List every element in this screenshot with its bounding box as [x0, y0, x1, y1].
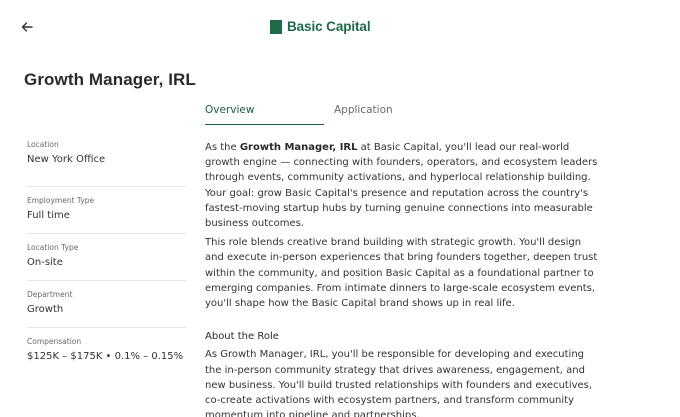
detail-location-type: Location Type On-site [27, 234, 186, 281]
detail-value: Growth [27, 304, 64, 315]
detail-label: Location [27, 140, 59, 149]
about-role-paragraph: As Growth Manager, IRL, you'll be respon… [205, 349, 593, 417]
detail-label: Compensation [27, 337, 82, 346]
tab-overview[interactable]: Overview [205, 104, 324, 125]
detail-value: On-site [27, 257, 63, 268]
top-bar: Basic Capital [0, 0, 680, 56]
tab-application[interactable]: Application [334, 104, 393, 124]
detail-department: Department Growth [27, 281, 186, 328]
detail-label: Location Type [27, 243, 79, 252]
overview-paragraph-1: As the Growth Manager, IRL at Basic Capi… [205, 140, 601, 231]
brand-name: Basic Capital [287, 19, 371, 34]
back-arrow-icon[interactable] [20, 20, 38, 38]
text-span: As the [205, 142, 240, 153]
page-title: Growth Manager, IRL [24, 70, 196, 89]
detail-value: $125K – $175K • 0.1% – 0.15% [27, 351, 184, 362]
detail-value: New York Office [27, 154, 106, 165]
overview-paragraph-2: This role blends creative brand building… [205, 237, 598, 310]
role-name-bold: Growth Manager, IRL [239, 142, 358, 153]
about-role-heading: About the Role [205, 331, 279, 343]
detail-label: Department [27, 290, 73, 299]
brand-logo[interactable]: Basic Capital [270, 19, 371, 34]
detail-label: Employment Type [27, 196, 95, 205]
detail-value: Full time [27, 210, 70, 221]
detail-compensation: Compensation $125K – $175K • 0.1% – 0.15… [27, 328, 186, 375]
detail-employment-type: Employment Type Full time [27, 187, 186, 234]
job-details-sidebar: Location New York Office Employment Type… [27, 140, 186, 375]
tab-bar: Overview Application [205, 104, 605, 128]
overview-content: As the Growth Manager, IRL at Basic Capi… [205, 140, 601, 417]
detail-location: Location New York Office [27, 140, 186, 187]
text-span: at Basic Capital, you'll lead our real-w… [205, 142, 598, 230]
brand-mark-icon [270, 19, 282, 34]
